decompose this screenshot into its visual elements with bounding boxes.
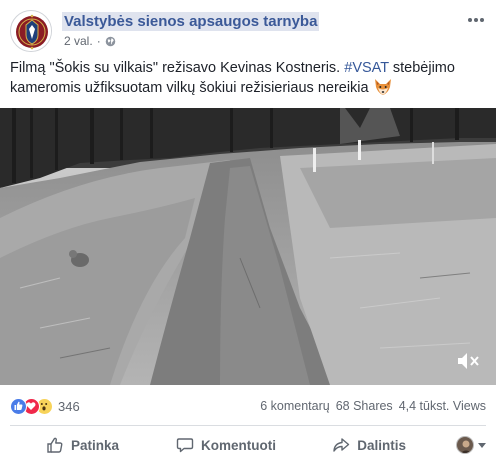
shares-count-link[interactable]: 68 Shares xyxy=(336,399,393,413)
like-icon xyxy=(10,397,27,415)
comment-button[interactable]: Komentuoti xyxy=(166,429,286,461)
post-timestamp[interactable]: 2 val. xyxy=(64,33,93,49)
comments-count-link[interactable]: 6 komentarų xyxy=(260,399,329,413)
chevron-down-icon xyxy=(478,442,486,448)
engagement-counts: 6 komentarų 68 Shares 4,4 tūkst. Views xyxy=(260,399,486,413)
mute-icon[interactable] xyxy=(456,351,480,371)
post-text-part-1: Filmą "Šokis su vilkais" režisavo Kevina… xyxy=(10,60,345,76)
post-meta: 2 val. · xyxy=(64,33,116,49)
post-as-selector[interactable] xyxy=(446,436,486,454)
reaction-count: 346 xyxy=(58,398,80,414)
facebook-post: Valstybės sienos apsaugos tarnyba 2 val.… xyxy=(0,0,496,467)
post-actions: Patinka Komentuoti Dalintis xyxy=(10,428,486,462)
page-name-link[interactable]: Valstybės sienos apsaugos tarnyba xyxy=(62,12,320,31)
share-arrow-icon xyxy=(333,438,350,452)
more-options-icon[interactable] xyxy=(466,12,486,28)
viewer-avatar xyxy=(456,436,474,454)
hashtag-link[interactable]: #VSAT xyxy=(344,60,389,76)
public-globe-icon[interactable] xyxy=(105,36,116,47)
like-button[interactable]: Patinka xyxy=(10,429,166,461)
page-avatar[interactable] xyxy=(10,10,52,52)
share-button-label: Dalintis xyxy=(357,437,406,453)
comment-bubble-icon xyxy=(176,438,194,453)
divider xyxy=(10,425,486,426)
post-message: Filmą "Šokis su vilkais" režisavo Kevina… xyxy=(10,58,486,98)
post-stats: 346 6 komentarų 68 Shares 4,4 tūkst. Vie… xyxy=(10,394,486,418)
share-button[interactable]: Dalintis xyxy=(286,429,446,461)
views-count[interactable]: 4,4 tūkst. Views xyxy=(399,399,486,413)
video-frame xyxy=(0,108,496,385)
post-header: Valstybės sienos apsaugos tarnyba 2 val.… xyxy=(10,8,486,54)
like-button-label: Patinka xyxy=(71,437,120,453)
comment-button-label: Komentuoti xyxy=(201,437,276,453)
reactions-summary[interactable]: 346 xyxy=(10,397,80,415)
fox-face-icon xyxy=(374,79,391,95)
border-guard-emblem-icon xyxy=(12,12,51,51)
thumbs-up-icon xyxy=(47,437,63,453)
video-player[interactable] xyxy=(0,108,496,385)
meta-separator: · xyxy=(96,34,101,48)
